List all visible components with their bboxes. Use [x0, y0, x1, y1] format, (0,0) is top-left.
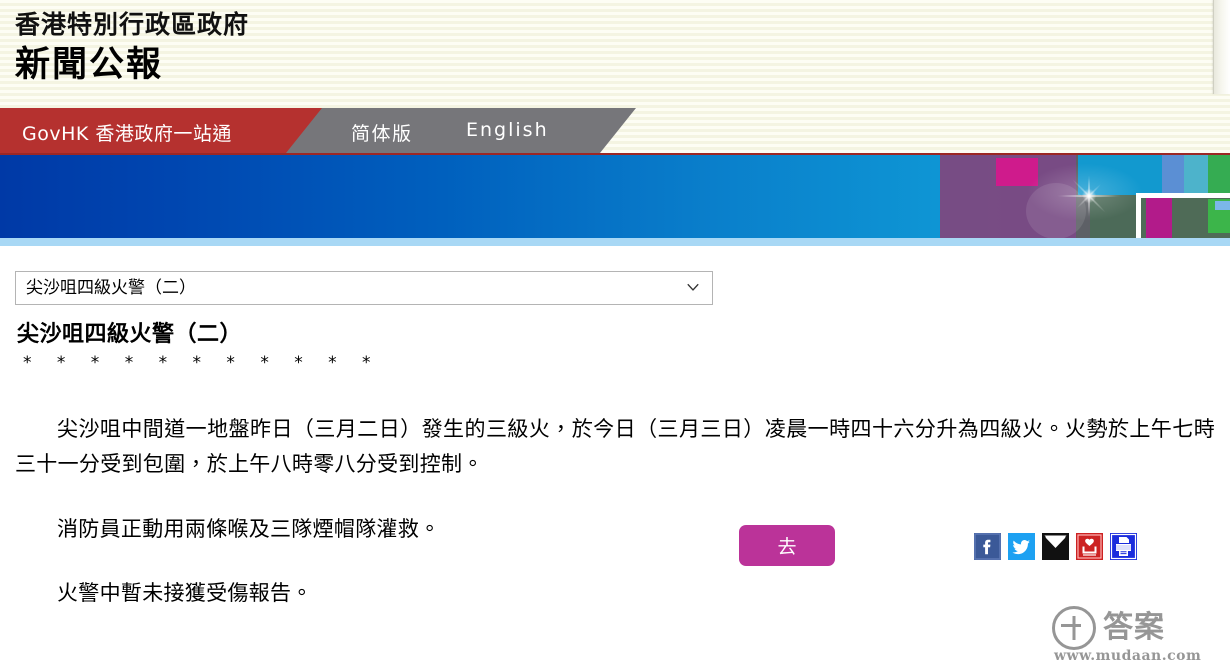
banner-decorative-graphic — [940, 155, 1230, 238]
government-name: 香港特別行政區政府 — [15, 10, 250, 39]
watermark-logo-icon — [1052, 606, 1096, 650]
article-paragraph: 尖沙咀中間道一地盤昨日（三月二日）發生的三級火，於今日（三月三日）凌晨一時四十六… — [15, 417, 1215, 476]
banner-starburst-icon — [1044, 163, 1134, 229]
watermark: 答案 www.mudaan.com — [1052, 606, 1222, 664]
site-header: 香港特別行政區政府 新聞公報 — [0, 0, 1230, 108]
article-headline: 尖沙咀四級火警（二） — [17, 322, 243, 347]
nav-link-english[interactable]: English — [466, 119, 549, 141]
article-body: 尖沙咀四級火警（二） * * * * * * * * * * * 尖沙咀中間道一… — [0, 320, 1230, 611]
article-star-divider: * * * * * * * * * * * — [23, 353, 381, 373]
banner-bottom-strip — [0, 238, 1230, 246]
banner-white-frame — [1136, 193, 1230, 238]
news-select-value: 尖沙咀四級火警（二） — [26, 278, 196, 298]
news-select[interactable]: 尖沙咀四級火警（二） — [15, 271, 713, 305]
site-title-block: 香港特別行政區政府 新聞公報 — [15, 8, 249, 88]
watermark-url: www.mudaan.com — [1054, 648, 1202, 664]
watermark-brand: 答案 — [1103, 610, 1165, 645]
nav-link-govhk[interactable]: GovHK 香港政府一站通 — [22, 119, 232, 146]
article-paragraph: 火警中暫未接獲受傷報告。 — [57, 581, 313, 605]
nav-link-simplified-chinese[interactable]: 简体版 — [351, 119, 413, 146]
page-title: 新聞公報 — [15, 45, 164, 85]
site-banner — [0, 153, 1230, 246]
top-navigation-bar: GovHK 香港政府一站通 简体版 English — [0, 108, 1230, 153]
scrollbar-thumb[interactable] — [1213, 0, 1230, 94]
controls-row: 尖沙咀四級火警（二） 去 — [0, 246, 1230, 566]
article-paragraph: 消防員正動用兩條喉及三隊煙帽隊灌救。 — [57, 517, 441, 541]
chevron-down-icon — [687, 283, 699, 291]
